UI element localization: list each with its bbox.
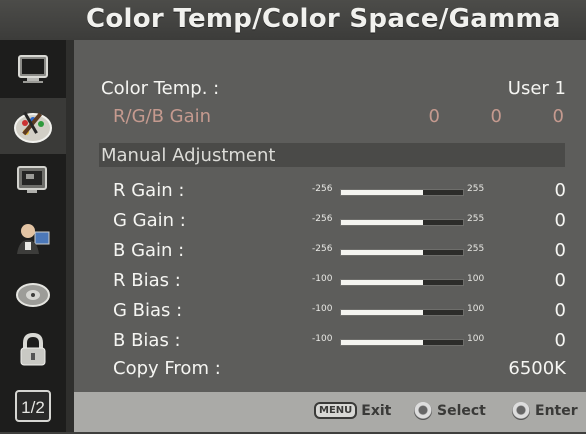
sidebar-item-lock[interactable] — [0, 322, 66, 378]
slider-label: B Gain : — [113, 240, 185, 261]
sidebar-item-color[interactable] — [0, 98, 66, 154]
slider-max: 255 — [467, 214, 485, 224]
rgb-gain-r: 0 — [428, 106, 440, 127]
slider-track[interactable] — [340, 249, 464, 256]
color-temp-label: Color Temp. : — [101, 78, 220, 99]
slider-row[interactable]: B Gain : -256 255 0 — [74, 236, 586, 266]
manual-adjustment-header: Manual Adjustment — [99, 143, 565, 167]
select-label: Select — [437, 403, 486, 419]
slider-value: 0 — [554, 270, 566, 291]
sidebar: 1/2 — [0, 40, 66, 432]
slider-value: 0 — [554, 330, 566, 351]
slider-min: -100 — [312, 334, 333, 344]
slider-label: R Bias : — [113, 270, 181, 291]
exit-label: Exit — [361, 402, 392, 419]
slider-max: 100 — [467, 274, 485, 284]
slider-fill — [341, 340, 423, 345]
rgb-gain-b: 0 — [552, 106, 564, 127]
slider-fill — [341, 220, 423, 225]
slider-min: -256 — [312, 214, 333, 224]
rgb-gain-label: R/G/B Gain — [113, 106, 212, 127]
slider-value: 0 — [554, 180, 566, 201]
slider-fill — [341, 190, 423, 195]
page-title: Color Temp/Color Space/Gamma — [86, 4, 561, 34]
monitor-icon — [18, 55, 48, 83]
slider-value: 0 — [554, 240, 566, 261]
footer-bar: MENU Exit Select Enter — [74, 392, 586, 432]
slider-max: 255 — [467, 184, 485, 194]
slider-row[interactable]: G Bias : -100 100 0 — [74, 296, 586, 326]
slider-min: -100 — [312, 304, 333, 314]
slider-min: -100 — [312, 274, 333, 284]
user-icon — [17, 224, 50, 254]
slider-track[interactable] — [340, 219, 464, 226]
section-title: Manual Adjustment — [101, 145, 276, 166]
slider-label: R Gain : — [113, 180, 185, 201]
copy-from-label: Copy From : — [113, 358, 221, 379]
slider-fill — [341, 310, 423, 315]
enter-label: Enter — [535, 403, 578, 419]
slider-fill — [341, 280, 423, 285]
slider-label: B Bias : — [113, 330, 181, 351]
slider-track[interactable] — [340, 309, 464, 316]
slider-row[interactable]: R Bias : -100 100 0 — [74, 266, 586, 296]
rgb-gain-row: R/G/B Gain 0 0 0 — [74, 102, 586, 132]
knob-icon — [414, 402, 432, 420]
sidebar-item-user[interactable] — [0, 210, 66, 266]
enter-hint[interactable]: Enter — [512, 402, 578, 420]
slider-track[interactable] — [340, 189, 464, 196]
exit-hint[interactable]: MENU Exit — [314, 402, 391, 419]
sidebar-item-monitor[interactable] — [0, 42, 66, 98]
select-hint[interactable]: Select — [414, 402, 486, 420]
slider-value: 0 — [554, 210, 566, 231]
osd-window: Color Temp/Color Space/Gamma 1/2 Color T… — [0, 0, 586, 432]
sidebar-item-page[interactable]: 1/2 — [0, 378, 66, 434]
slider-label: G Gain : — [113, 210, 186, 231]
sidebar-item-disc[interactable] — [0, 266, 66, 322]
slider-row[interactable]: B Bias : -100 100 0 — [74, 326, 586, 356]
slider-fill — [341, 250, 423, 255]
slider-track[interactable] — [340, 339, 464, 346]
slider-max: 100 — [467, 304, 485, 314]
copy-from-value: 6500K — [508, 358, 566, 379]
disc-icon — [16, 283, 50, 307]
knob-press-icon — [512, 402, 530, 420]
color-temp-value: User 1 — [507, 78, 566, 99]
slider-min: -256 — [312, 244, 333, 254]
slider-min: -256 — [312, 184, 333, 194]
main-panel: Color Temp. : User 1 R/G/B Gain 0 0 0 Ma… — [74, 40, 586, 392]
slider-track[interactable] — [340, 279, 464, 286]
slider-row[interactable]: G Gain : -256 255 0 — [74, 206, 586, 236]
header: Color Temp/Color Space/Gamma — [0, 0, 586, 40]
lock-icon — [20, 332, 46, 366]
svg-text:1/2: 1/2 — [21, 398, 45, 417]
slider-value: 0 — [554, 300, 566, 321]
palette-icon — [14, 111, 52, 143]
slider-label: G Bias : — [113, 300, 183, 321]
copy-from-row[interactable]: Copy From : 6500K — [74, 354, 586, 384]
slider-max: 100 — [467, 334, 485, 344]
menu-key-icon: MENU — [314, 402, 358, 419]
slider-row[interactable]: R Gain : -256 255 0 — [74, 176, 586, 206]
sidebar-item-screen[interactable] — [0, 154, 66, 210]
screen-icon — [17, 166, 47, 193]
rgb-gain-g: 0 — [490, 106, 502, 127]
color-temp-row[interactable]: Color Temp. : User 1 — [74, 74, 586, 104]
page-indicator: 1/2 — [15, 390, 51, 422]
slider-max: 255 — [467, 244, 485, 254]
